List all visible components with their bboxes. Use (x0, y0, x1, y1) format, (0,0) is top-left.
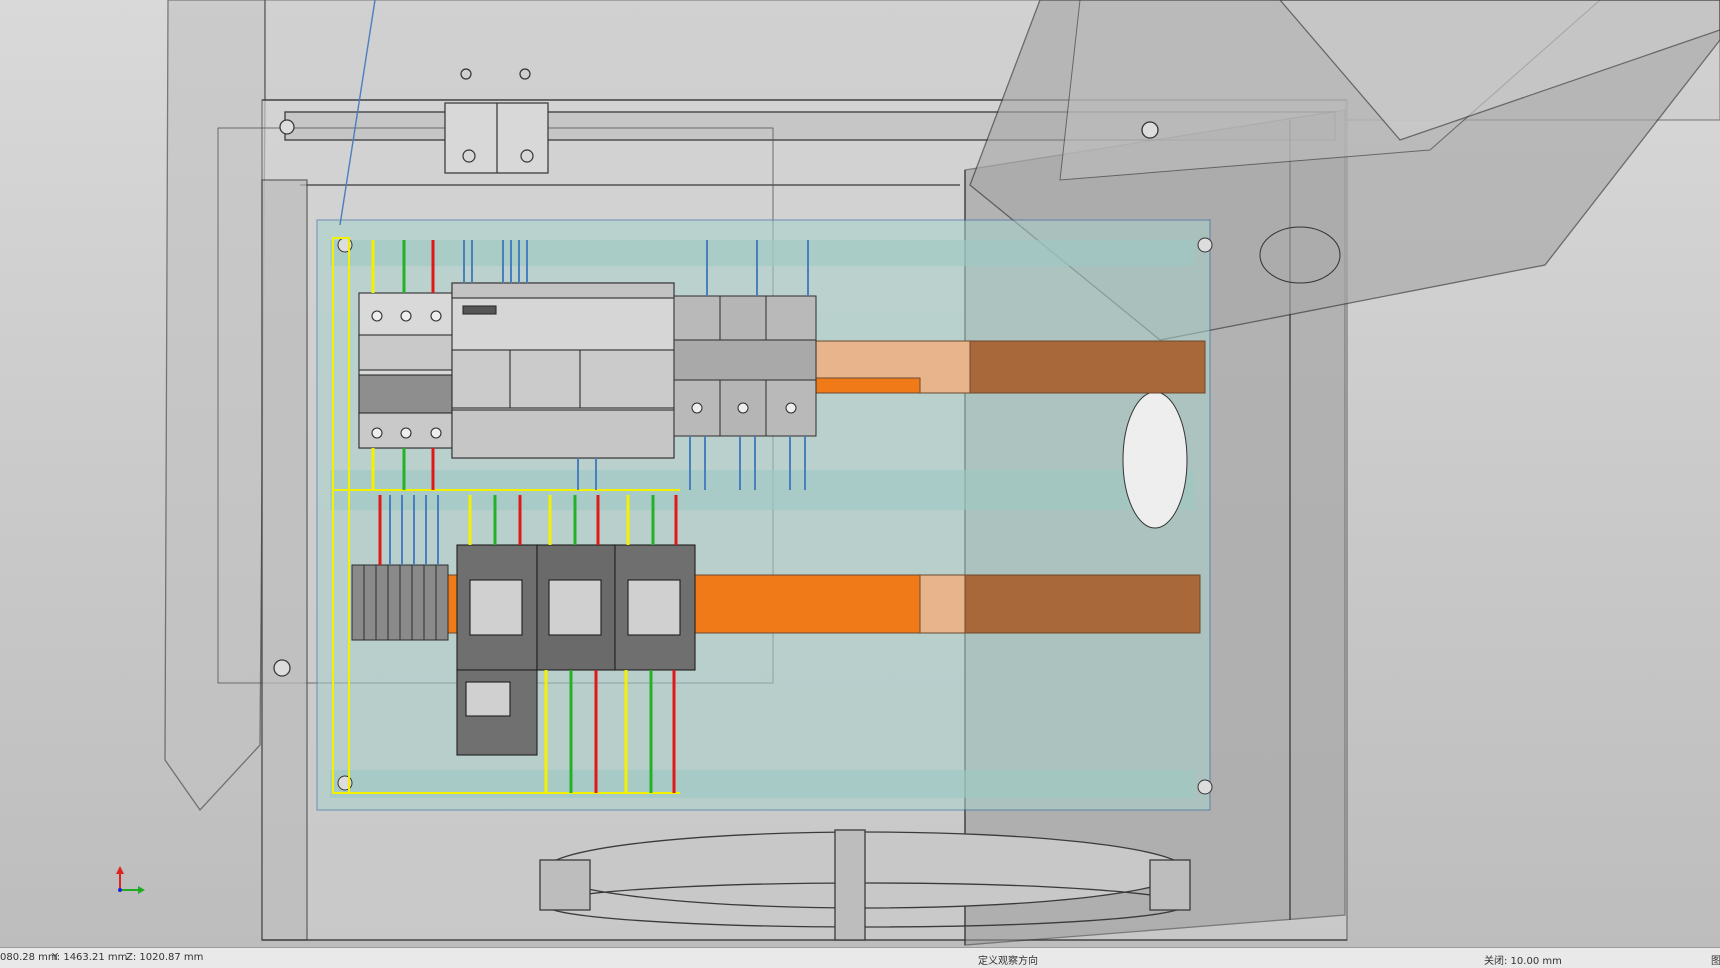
3d-viewport[interactable] (0, 0, 1720, 947)
grid-setting-label[interactable]: 关闭: 10.00 mm (1484, 952, 1562, 967)
plc-module[interactable] (451, 282, 675, 459)
relay-group[interactable] (673, 295, 817, 437)
view-direction-label[interactable]: 定义观察方向 (978, 952, 1038, 967)
x-coordinate-readout: 080.28 mm (0, 952, 58, 963)
terminal-block[interactable] (351, 564, 449, 641)
axis-triad-icon (116, 866, 145, 894)
status-right-mark: 图 (1711, 956, 1720, 967)
cabinet-model[interactable] (0, 0, 1720, 947)
z-coordinate-readout: Z: 1020.87 mm (126, 952, 204, 963)
din-rail-upper[interactable] (779, 340, 1206, 394)
circuit-breaker[interactable] (358, 292, 455, 449)
y-coordinate-readout: Y: 1463.21 mm (52, 952, 128, 963)
status-bar: 080.28 mm Y: 1463.21 mm Z: 1020.87 mm 定义… (0, 947, 1720, 968)
